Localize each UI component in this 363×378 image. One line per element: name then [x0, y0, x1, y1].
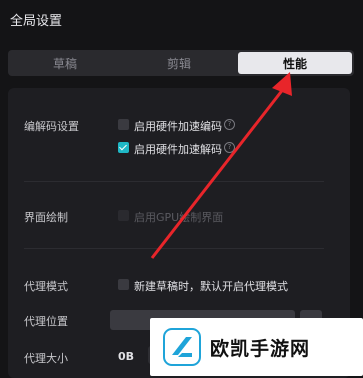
render-label: 界面绘制 — [24, 211, 68, 224]
watermark-text: 欧凯手游网 — [210, 337, 311, 360]
tab-performance[interactable]: 性能 — [238, 52, 352, 74]
divider — [24, 248, 324, 249]
proxy-default-checkbox[interactable] — [118, 279, 129, 290]
window-title: 全局设置 — [10, 14, 63, 29]
proxy-default-label[interactable]: 新建草稿时，默认开启代理模式 — [134, 278, 288, 294]
watermark-banner: 欧凯手游网 — [150, 318, 363, 376]
gpu-render-checkbox[interactable] — [118, 210, 129, 221]
tab-drafts[interactable]: 草稿 — [8, 50, 122, 76]
proxy-size-label: 代理大小 — [24, 352, 68, 365]
question-circle-icon[interactable]: ? — [224, 119, 235, 130]
settings-tabs: 草稿 剪辑 性能 — [8, 50, 354, 76]
hw-decode-checkbox[interactable] — [118, 142, 129, 153]
proxy-location-label: 代理位置 — [24, 315, 68, 328]
gpu-render-label: 启用GPU绘制界面 — [134, 211, 224, 224]
tab-editing[interactable]: 剪辑 — [122, 50, 236, 76]
divider — [24, 181, 324, 182]
hw-encode-label[interactable]: 启用硬件加速编码 — [134, 118, 222, 134]
question-circle-icon[interactable]: ? — [224, 142, 235, 153]
codec-settings-label: 编解码设置 — [24, 120, 79, 133]
hw-decode-label[interactable]: 启用硬件加速解码 — [134, 141, 222, 157]
proxy-size-value: 0B — [118, 350, 135, 363]
proxy-mode-label: 代理模式 — [24, 280, 68, 293]
hw-encode-checkbox[interactable] — [118, 119, 129, 130]
watermark-logo-icon — [163, 328, 201, 366]
